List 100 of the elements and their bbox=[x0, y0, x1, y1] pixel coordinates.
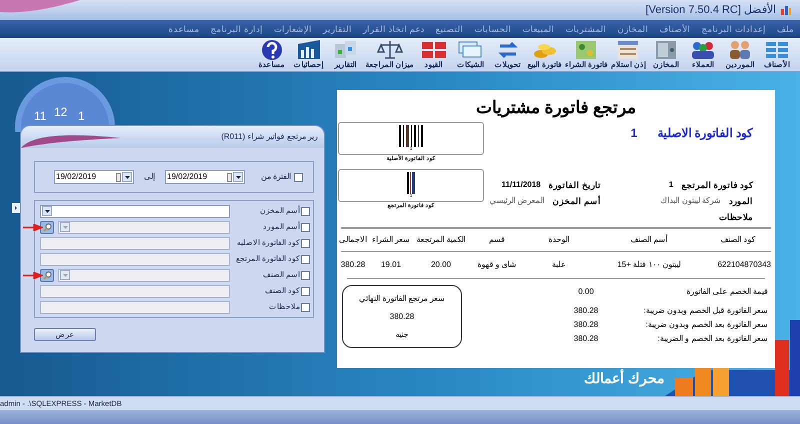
original-code-label: كود الفاتورة الاصلية bbox=[657, 125, 753, 142]
summary-value: 380.28 bbox=[572, 333, 600, 345]
checkbox[interactable] bbox=[301, 270, 310, 280]
field-value: شركة ليبتون البداك bbox=[660, 195, 721, 207]
column-header: قسم bbox=[488, 234, 506, 246]
arrow-icon bbox=[23, 272, 43, 279]
chart-icon[interactable] bbox=[296, 38, 322, 60]
checkbox[interactable] bbox=[301, 238, 310, 248]
checkbox[interactable] bbox=[301, 254, 310, 264]
menu-item[interactable]: الإشعارات bbox=[274, 22, 312, 36]
dropdown-button[interactable] bbox=[122, 172, 132, 182]
date-field[interactable]: 19/02/2019 bbox=[165, 170, 245, 184]
search-button[interactable] bbox=[40, 220, 54, 234]
search-button[interactable] bbox=[40, 268, 54, 282]
reports-icon[interactable] bbox=[332, 38, 359, 60]
decorative-bar bbox=[775, 340, 789, 396]
input-field[interactable] bbox=[40, 236, 230, 250]
checkbox[interactable] bbox=[301, 302, 310, 312]
table-cell-text: 19.01 bbox=[380, 259, 402, 271]
column-header: سعر الشراء bbox=[370, 234, 412, 246]
people-icon[interactable] bbox=[727, 38, 753, 60]
caret-icon bbox=[62, 226, 68, 228]
menu-item[interactable]: الحسابات bbox=[474, 22, 512, 36]
field-value: 11/11/2018 bbox=[501, 179, 541, 191]
menu-item[interactable]: الأصناف bbox=[660, 22, 691, 36]
report-title: مرتجع فاتورة مشتريات bbox=[474, 97, 638, 118]
search-icon bbox=[42, 270, 52, 280]
table-cell-text: ليبتون ١٠٠ فتلة +15 bbox=[616, 259, 682, 271]
dropdown-field[interactable] bbox=[40, 204, 230, 218]
field-value: المعرض الرئيسي bbox=[489, 195, 545, 207]
caret-icon bbox=[44, 210, 50, 212]
clock-number: 12 bbox=[54, 106, 68, 118]
menu-item[interactable]: ملف bbox=[777, 22, 794, 36]
caret-icon bbox=[62, 274, 68, 276]
combo-field[interactable] bbox=[58, 268, 230, 282]
original-code-value: 1 bbox=[630, 125, 638, 142]
input-field[interactable] bbox=[40, 284, 230, 298]
field-value: 1 bbox=[668, 179, 674, 191]
summary-label: سعر الفاتورة قبل الخصم وبدون ضريبة: bbox=[642, 305, 768, 317]
checkbox[interactable] bbox=[301, 222, 310, 232]
arrow-icon bbox=[23, 224, 43, 231]
to-label: إلى bbox=[144, 171, 155, 183]
side-tab-icon bbox=[12, 203, 20, 213]
summary-value: 380.28 bbox=[572, 305, 600, 317]
banner-text: محرك أعمالك bbox=[584, 369, 665, 387]
column-header: الكمية المرتجعة bbox=[415, 234, 467, 246]
field-label: أسم المخزن bbox=[552, 194, 601, 208]
input-field[interactable] bbox=[40, 252, 230, 266]
column-header: الوحدة bbox=[548, 234, 570, 246]
summary-label: سعر الفاتورة بعد الخصم و الضريبة: bbox=[656, 333, 768, 345]
table-cell-text: 380.28 bbox=[340, 259, 366, 271]
column-header: كود الصنف bbox=[719, 234, 757, 246]
menu-item[interactable]: التقارير bbox=[322, 22, 352, 36]
table-cell-text: 20.00 bbox=[430, 259, 452, 271]
menu-item[interactable]: المبيعات bbox=[522, 22, 555, 36]
safe-icon[interactable] bbox=[653, 38, 679, 60]
decorative-bar bbox=[675, 378, 693, 396]
calendar-icon bbox=[116, 172, 121, 182]
combo-field[interactable] bbox=[58, 220, 230, 234]
table-cell-text: علبة bbox=[551, 259, 567, 271]
input-field[interactable] bbox=[40, 300, 230, 314]
menu-item[interactable]: مساعدة bbox=[168, 22, 200, 36]
menu-item[interactable]: المخازن bbox=[618, 22, 649, 36]
field-label: كود فاتورة المرتجع bbox=[681, 178, 753, 192]
menu-item[interactable]: المشتريات bbox=[566, 22, 607, 36]
checkbox[interactable] bbox=[294, 172, 303, 182]
date-field[interactable]: 19/02/2019 bbox=[54, 170, 134, 184]
barcode-drawing bbox=[407, 172, 415, 194]
total-value: 380.28 bbox=[390, 310, 414, 322]
scale-icon[interactable] bbox=[376, 38, 403, 60]
caret-icon bbox=[124, 176, 130, 178]
checkbox[interactable] bbox=[301, 286, 310, 296]
dialog-title: رير مرتجع فواتير شراء (R011) bbox=[221, 131, 318, 143]
total-label: سعر مرتجع الفاتورة النهائي bbox=[359, 292, 445, 304]
menu-item[interactable]: إعدادات البرنامج bbox=[702, 22, 766, 36]
window-title: [Version 7.50.4 RC] الأفضل bbox=[646, 2, 776, 18]
dropdown-button[interactable] bbox=[42, 206, 52, 216]
checkbox-label: الفترة من bbox=[260, 171, 291, 183]
menu-item[interactable]: دعم اتخاذ القرار bbox=[362, 22, 425, 36]
checkbox[interactable] bbox=[301, 206, 310, 216]
app-icon bbox=[780, 4, 792, 16]
summary-value: 0.00 bbox=[577, 286, 595, 298]
field-label: تاريخ الفاتورة bbox=[548, 178, 601, 192]
column-header: الاجمالى bbox=[338, 234, 368, 246]
dropdown-button[interactable] bbox=[233, 172, 243, 182]
menu-item[interactable]: إدارة البرنامج bbox=[210, 22, 263, 36]
clock-number: 11 bbox=[34, 110, 46, 122]
field-label: ملاحظات bbox=[719, 210, 753, 224]
menu-item[interactable]: التصنيع bbox=[436, 22, 464, 36]
field-label: المورد bbox=[729, 194, 753, 208]
summary-value: 380.28 bbox=[572, 319, 600, 331]
barcode-drawing bbox=[399, 125, 423, 147]
caret-icon bbox=[236, 176, 240, 178]
summary-label: قيمة الخصم على الفاتورة bbox=[685, 286, 768, 298]
clock-number: 1 bbox=[78, 110, 85, 122]
calendar-icon bbox=[227, 172, 232, 182]
table-cell-text: 622104870343 bbox=[716, 259, 771, 271]
column-header: أسم الصنف bbox=[629, 234, 669, 246]
currency-text: جنيه bbox=[396, 328, 408, 340]
summary-label: سعر الفاتورة بعد الخصم وبدون ضريبة: bbox=[644, 319, 768, 331]
